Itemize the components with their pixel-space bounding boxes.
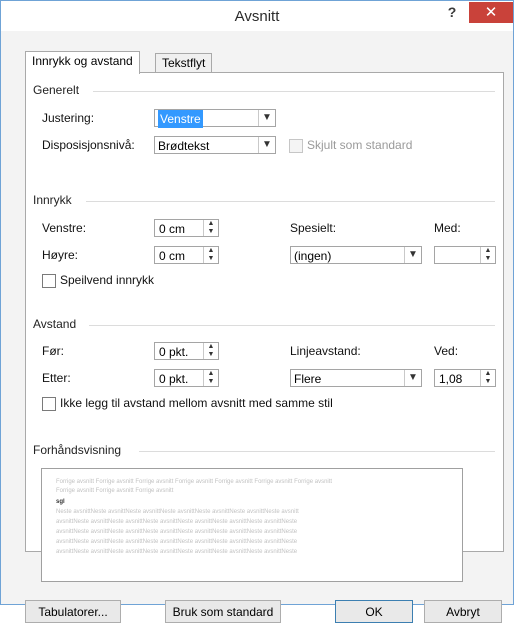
hoyre-label: Høyre: — [42, 248, 78, 262]
hoyre-value: 0 cm — [159, 249, 186, 263]
spinner-arrows-icon[interactable]: ▲ ▼ — [480, 370, 495, 386]
venstre-spinner[interactable]: 0 cm ▲ ▼ — [154, 219, 219, 237]
tab-innrykk-og-avstand[interactable]: Innrykk og avstand — [25, 51, 140, 74]
ok-button[interactable]: OK — [335, 600, 413, 623]
ved-value: 1,08 — [439, 372, 463, 386]
venstre-label: Venstre: — [42, 221, 87, 235]
preview-next-line: avsnittNeste avsnittNeste avsnittNeste a… — [56, 539, 298, 545]
skjult-som-standard-label: Skjult som standard — [307, 138, 413, 152]
preview-sample-text: sgl — [56, 499, 65, 505]
ikke-legg-til-avstand-checkbox[interactable] — [42, 397, 56, 411]
spinner-arrows-icon[interactable]: ▲ ▼ — [203, 370, 218, 386]
linjeavstand-value: Flere — [294, 372, 322, 386]
justering-value: Venstre — [158, 110, 203, 128]
speilvend-innrykk-checkbox[interactable] — [42, 274, 56, 288]
group-generelt-heading: Generelt — [33, 83, 80, 97]
skjult-som-standard-checkbox[interactable] — [289, 139, 303, 153]
for-label: Før: — [42, 344, 64, 358]
preview-next-line: Neste avsnittNeste avsnittNeste avsnittN… — [56, 509, 299, 515]
disposisjonsniva-select[interactable]: Brødtekst ▼ — [154, 136, 276, 154]
paragraph-dialog: Avsnitt ? ✕ Innrykk og avstand Tekstflyt… — [0, 0, 514, 623]
preview-next-line: avsnittNeste avsnittNeste avsnittNeste a… — [56, 549, 298, 555]
spesielt-value: (ingen) — [294, 249, 332, 263]
disposisjonsniva-value: Brødtekst — [158, 139, 210, 153]
help-button[interactable]: ? — [445, 4, 459, 20]
etter-value: 0 pkt. — [159, 372, 189, 386]
preview-previous-line: Forrige avsnitt Forrige avsnitt Forrige … — [56, 488, 174, 494]
divider — [86, 201, 495, 202]
chevron-down-icon: ▼ — [404, 247, 421, 263]
group-avstand-heading: Avstand — [33, 317, 77, 331]
etter-spinner[interactable]: 0 pkt. ▲ ▼ — [154, 369, 219, 387]
chevron-down-icon: ▼ — [258, 137, 275, 153]
avbryt-button[interactable]: Avbryt — [424, 600, 502, 623]
justering-select[interactable]: Venstre ▼ — [154, 109, 276, 128]
spesielt-label: Spesielt: — [290, 221, 337, 235]
tab-tekstflyt[interactable]: Tekstflyt — [155, 53, 213, 73]
ikke-legg-til-avstand-label: Ikke legg til avstand mellom avsnitt med… — [60, 396, 333, 410]
disposisjonsniva-label: Disposisjonsnivå: — [42, 138, 135, 152]
linjeavstand-select[interactable]: Flere ▼ — [290, 369, 422, 387]
group-innrykk-heading: Innrykk — [33, 193, 72, 207]
title-bar: Avsnitt ? ✕ — [1, 1, 513, 31]
preview-box: Forrige avsnitt Forrige avsnitt Forrige … — [41, 468, 463, 582]
chevron-down-icon: ▼ — [404, 370, 421, 386]
spinner-arrows-icon[interactable]: ▲ ▼ — [203, 220, 218, 236]
spesielt-select[interactable]: (ingen) ▼ — [290, 246, 422, 264]
close-button[interactable]: ✕ — [469, 2, 513, 23]
chevron-down-icon: ▼ — [258, 110, 275, 126]
dialog-title: Avsnitt — [234, 8, 280, 25]
justering-label: Justering: — [42, 111, 95, 125]
linjeavstand-label: Linjeavstand: — [290, 344, 361, 358]
hoyre-spinner[interactable]: 0 cm ▲ ▼ — [154, 246, 219, 264]
bruk-som-standard-button[interactable]: Bruk som standard — [165, 600, 281, 623]
for-value: 0 pkt. — [159, 345, 189, 359]
ved-spinner[interactable]: 1,08 ▲ ▼ — [434, 369, 496, 387]
spinner-arrows-icon[interactable]: ▲ ▼ — [203, 247, 218, 263]
dialog-body: Innrykk og avstand Tekstflyt Generelt Ju… — [1, 31, 513, 623]
preview-previous-line: Forrige avsnitt Forrige avsnitt Forrige … — [56, 479, 333, 485]
med-label: Med: — [434, 221, 461, 235]
divider — [93, 91, 495, 92]
divider — [89, 325, 495, 326]
venstre-value: 0 cm — [159, 222, 186, 236]
speilvend-innrykk-label: Speilvend innrykk — [60, 273, 155, 287]
ved-label: Ved: — [434, 344, 459, 358]
med-spinner[interactable]: ▲ ▼ — [434, 246, 496, 264]
tabulatorer-button[interactable]: Tabulatorer... — [25, 600, 121, 623]
tab-panel: Generelt Justering: Venstre ▼ Disposisjo… — [25, 72, 504, 582]
etter-label: Etter: — [42, 371, 71, 385]
for-spinner[interactable]: 0 pkt. ▲ ▼ — [154, 342, 219, 360]
group-forhandsvisning-heading: Forhåndsvisning — [33, 443, 122, 457]
preview-next-line: avsnittNeste avsnittNeste avsnittNeste a… — [56, 519, 298, 525]
preview-next-line: avsnittNeste avsnittNeste avsnittNeste a… — [56, 529, 298, 535]
spinner-arrows-icon[interactable]: ▲ ▼ — [480, 247, 495, 263]
spinner-arrows-icon[interactable]: ▲ ▼ — [203, 343, 218, 359]
divider — [139, 451, 495, 452]
